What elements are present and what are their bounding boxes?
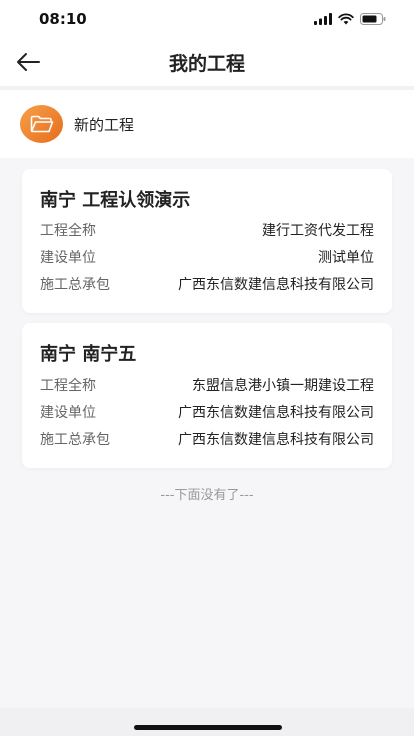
end-of-list-text: ---下面没有了--- [160,488,254,503]
project-card[interactable]: 南宁 南宁五 工程全称 东盟信息港小镇一期建设工程 建设单位 广西东信数建信息科… [22,323,392,468]
general-contractor-row: 施工总承包 广西东信数建信息科技有限公司 [40,430,374,450]
construction-unit-label: 建设单位 [40,250,96,266]
general-contractor-row: 施工总承包 广西东信数建信息科技有限公司 [40,275,374,295]
status-time: 08:10 [39,10,87,28]
bottom-safe-area [0,708,414,736]
wifi-icon [338,13,354,25]
folder-icon [30,115,53,133]
home-indicator[interactable] [134,725,282,730]
new-project-label: 新的工程 [74,116,135,134]
general-contractor-value: 广西东信数建信息科技有限公司 [178,277,374,293]
project-card[interactable]: 南宁 工程认领演示 工程全称 建行工资代发工程 建设单位 测试单位 施工总承包 … [22,169,392,313]
nav-bar: 我的工程 [0,38,414,86]
general-contractor-label: 施工总承包 [40,432,110,448]
project-full-name-value: 建行工资代发工程 [262,223,374,239]
general-contractor-value: 广西东信数建信息科技有限公司 [178,432,374,448]
construction-unit-value: 测试单位 [318,250,374,266]
signal-icon [314,13,332,25]
construction-unit-row: 建设单位 测试单位 [40,248,374,268]
construction-unit-value: 广西东信数建信息科技有限公司 [178,405,374,421]
project-full-name-label: 工程全称 [40,378,96,394]
project-full-name-value: 东盟信息港小镇一期建设工程 [192,378,374,394]
project-title: 南宁 南宁五 [40,344,137,365]
new-project-button[interactable]: 新的工程 [0,90,414,158]
construction-unit-row: 建设单位 广西东信数建信息科技有限公司 [40,403,374,423]
project-full-name-label: 工程全称 [40,223,96,239]
folder-icon-badge [20,105,63,143]
general-contractor-label: 施工总承包 [40,277,110,293]
battery-icon [360,13,386,25]
project-full-name-row: 工程全称 东盟信息港小镇一期建设工程 [40,376,374,396]
status-bar: 08:10 [0,0,414,38]
project-title: 南宁 工程认领演示 [40,190,191,211]
page-title: 我的工程 [168,53,245,75]
construction-unit-label: 建设单位 [40,405,96,421]
project-full-name-row: 工程全称 建行工资代发工程 [40,221,374,241]
status-icons [314,11,386,27]
